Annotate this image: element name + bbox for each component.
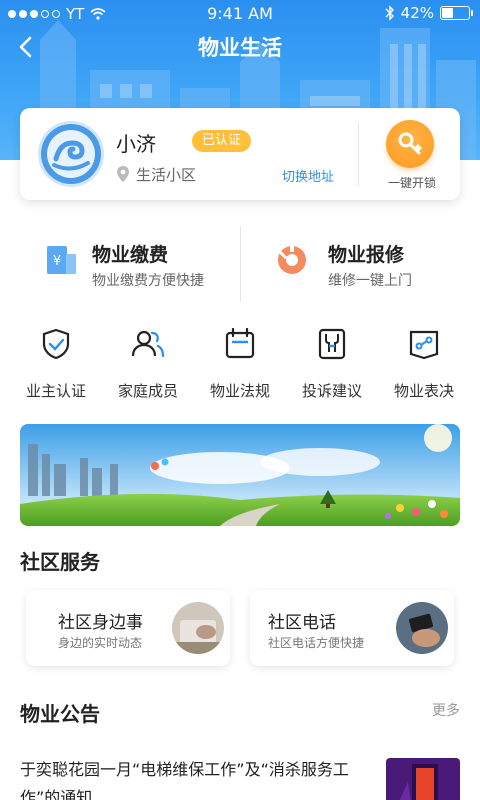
repair-icon [278, 246, 306, 274]
community-phone-card[interactable]: 社区电话 社区电话方便快捷 [250, 590, 454, 666]
unlock-button[interactable] [386, 120, 434, 168]
section-title-community-services: 社区服务 [20, 550, 100, 574]
promo-banner[interactable] [20, 424, 460, 526]
property-fee-service[interactable]: ¥ 物业缴费 物业缴费方便快捷 [0, 224, 240, 304]
grid-item-owner-verify[interactable]: 业主认证 [10, 322, 102, 406]
bluetooth-icon [385, 5, 394, 21]
grid-label: 家庭成员 [117, 382, 178, 400]
main-services: ¥ 物业缴费 物业缴费方便快捷 物业报修 维修一键上门 [0, 224, 480, 304]
grid-label: 物业表决 [393, 382, 454, 400]
service-title: 物业报修 [328, 244, 405, 266]
notice-thumbnail [386, 758, 460, 800]
grid-item-family[interactable]: 家庭成员 [102, 322, 194, 406]
grid-label: 投诉建议 [301, 382, 362, 400]
more-notices-link[interactable]: 更多 [432, 700, 460, 720]
shield-check-icon [42, 328, 70, 360]
community-news-card[interactable]: 社区身边事 身边的实时动态 [26, 590, 230, 666]
battery-icon [440, 6, 473, 20]
switch-address-link[interactable]: 切换地址 [282, 166, 334, 185]
card-divider [358, 122, 359, 186]
service-subtitle: 维修一键上门 [328, 273, 412, 289]
wrench-icon [318, 328, 346, 360]
unlock-label: 一键开锁 [387, 176, 436, 190]
grid-label: 业主认证 [25, 382, 86, 400]
grid-label: 物业法规 [209, 382, 270, 400]
family-icon [131, 330, 165, 358]
battery-percent: 42% [400, 4, 434, 22]
quick-actions-grid: 业主认证 家庭成员 物业法规 投诉建议 物业表决 [10, 322, 470, 406]
service-subtitle: 物业缴费方便快捷 [92, 273, 204, 289]
page-title: 物业生活 [198, 36, 282, 60]
profile-card: 小济 已认证 生活小区 切换地址 一键开锁 [20, 108, 460, 200]
card-subtitle: 社区电话方便快捷 [268, 636, 365, 650]
avatar[interactable] [38, 121, 104, 187]
card-title: 社区身边事 [58, 613, 143, 633]
verified-badge: 已认证 [192, 130, 252, 152]
phone-thumbnail [396, 602, 448, 654]
calendar-icon [225, 327, 255, 359]
location-pin-icon [117, 166, 129, 182]
nav-bar: 物业生活 [0, 28, 480, 64]
grid-item-regulations[interactable]: 物业法规 [194, 322, 286, 406]
card-subtitle: 身边的实时动态 [58, 636, 143, 650]
community-name: 生活小区 [136, 166, 197, 184]
service-title: 物业缴费 [92, 244, 169, 266]
status-bar: YT 9:41 AM 42% [0, 0, 480, 28]
key-icon [398, 132, 422, 155]
property-repair-service[interactable]: 物业报修 维修一键上门 [240, 224, 480, 304]
bill-icon: ¥ [47, 246, 76, 274]
landscape-banner-image [20, 424, 460, 526]
user-name: 小济 [116, 132, 156, 156]
vote-icon [409, 330, 439, 360]
grid-item-complaints[interactable]: 投诉建议 [286, 322, 378, 406]
grid-item-vote[interactable]: 物业表决 [378, 322, 470, 406]
svg-text:¥: ¥ [53, 254, 61, 269]
card-title: 社区电话 [268, 613, 336, 633]
news-thumbnail [172, 602, 224, 654]
wave-logo-icon [41, 124, 101, 184]
notice-item-title[interactable]: 于奕聪花园一月“电梯维保工作”及“消杀服务工作”的通知 [20, 756, 366, 800]
section-title-notices: 物业公告 [20, 702, 100, 726]
